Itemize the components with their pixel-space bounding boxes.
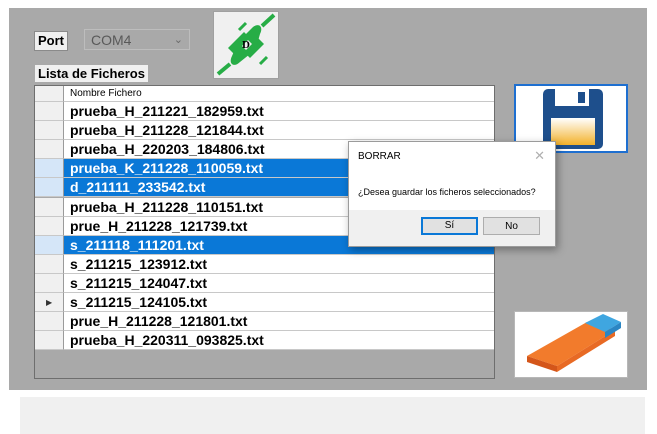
file-name-cell[interactable]: prueba_H_211221_182959.txt (64, 102, 494, 122)
connect-button[interactable]: D (213, 11, 279, 79)
table-row[interactable]: prue_H_211228_121801.txt (35, 312, 494, 332)
row-header[interactable] (35, 235, 64, 255)
chevron-down-icon: ⌄ (173, 34, 183, 46)
table-row[interactable]: s_211215_124047.txt (35, 273, 494, 293)
grid-header: Nombre Fichero (35, 86, 494, 102)
file-list-label: Lista de Ficheros (35, 65, 148, 82)
row-header[interactable] (35, 331, 64, 351)
port-select[interactable]: COM4 ⌄ (84, 29, 190, 50)
close-icon[interactable]: ✕ (534, 148, 545, 164)
row-header[interactable] (35, 216, 64, 236)
grid-corner (35, 86, 64, 102)
dialog-footer: Sí No (349, 210, 555, 246)
row-header[interactable] (35, 102, 64, 122)
row-header[interactable] (35, 273, 64, 293)
row-header[interactable] (35, 197, 64, 217)
erase-button[interactable] (514, 311, 628, 378)
no-button[interactable]: No (483, 217, 540, 235)
row-header[interactable] (35, 121, 64, 141)
column-header-nombre[interactable]: Nombre Fichero (64, 86, 494, 102)
table-row[interactable]: prueba_H_211228_121844.txt (35, 121, 494, 141)
row-header[interactable] (35, 254, 64, 274)
file-name-cell[interactable]: prueba_H_220311_093825.txt (64, 331, 494, 351)
port-label: Port (34, 31, 68, 51)
row-header[interactable] (35, 312, 64, 332)
yes-button[interactable]: Sí (421, 217, 478, 235)
file-name-cell[interactable]: prueba_H_211228_121844.txt (64, 121, 494, 141)
file-name-cell[interactable]: s_211215_124105.txt (64, 293, 494, 313)
table-row[interactable]: prueba_H_211221_182959.txt (35, 102, 494, 122)
dialog-title: BORRAR (358, 151, 401, 162)
dialog-message: ¿Desea guardar los ficheros seleccionado… (358, 187, 536, 197)
port-value: COM4 (91, 32, 132, 48)
status-strip (20, 397, 645, 434)
table-row[interactable]: s_211215_123912.txt (35, 254, 494, 274)
file-name-cell[interactable]: s_211215_123912.txt (64, 254, 494, 274)
connect-letter: D (242, 39, 250, 51)
confirm-dialog: BORRAR ✕ ¿Desea guardar los ficheros sel… (348, 141, 556, 247)
row-header[interactable] (35, 178, 64, 198)
row-header[interactable]: ▶ (35, 293, 64, 313)
table-row[interactable]: ▶ s_211215_124105.txt (35, 293, 494, 313)
row-header[interactable] (35, 140, 64, 160)
file-name-cell[interactable]: prue_H_211228_121801.txt (64, 312, 494, 332)
eraser-icon (527, 314, 621, 372)
row-header[interactable] (35, 159, 64, 179)
file-name-cell[interactable]: s_211215_124047.txt (64, 273, 494, 293)
table-row[interactable]: prueba_H_220311_093825.txt (35, 331, 494, 351)
row-pointer-icon: ▶ (46, 298, 53, 307)
